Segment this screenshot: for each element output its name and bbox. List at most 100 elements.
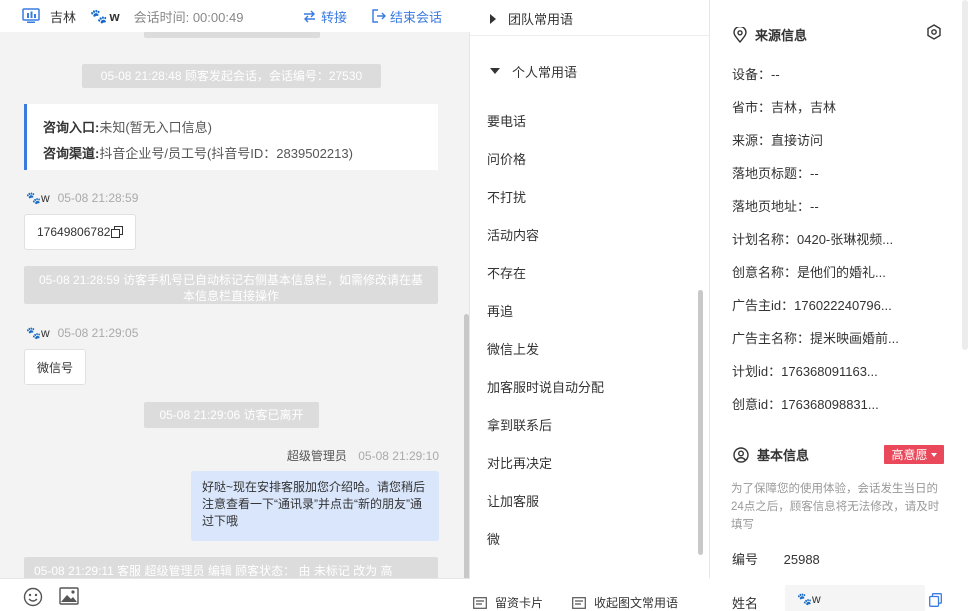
advertiser-name-label: 广告主名称： (732, 331, 811, 346)
entry-value: 未知(暂无入口信息) (99, 120, 213, 135)
system-message-clipped (144, 32, 320, 38)
landing-url-value: -- (810, 199, 819, 214)
message-time: 05-08 21:29:10 (358, 449, 439, 463)
system-message-status-changed: 05-08 21:29:11 客服 超级管理员 编辑 顾客状态： 由 未标记 改… (24, 557, 438, 578)
landing-title-label: 落地页标题： (732, 166, 811, 181)
info-row-device: 设备：-- (732, 64, 780, 83)
plan-name-value: 0420-张琳视频... (797, 232, 894, 247)
exit-icon (372, 9, 386, 23)
info-row-creative-id: 创意id：176368098831... (732, 394, 879, 413)
system-message-phone-marked: 05-08 21:28:59 访客手机号已自动标记右侧基本信息栏，如需修改请在基… (24, 266, 438, 304)
monitor-icon (22, 8, 40, 23)
message-text: 微信号 (37, 360, 74, 375)
system-message-visitor-left: 05-08 21:29:06 访客已离开 (144, 402, 319, 428)
info-row-advertiser-id: 广告主id：176022240796... (732, 295, 892, 314)
landing-title-value: -- (810, 166, 819, 181)
phrase-item[interactable]: 加客服时说自动分配 (487, 377, 604, 396)
creative-name-label: 创意名称： (732, 265, 798, 280)
phrase-item[interactable]: 再追 (487, 301, 513, 320)
visitor-name: w (109, 8, 120, 24)
phrase-item[interactable]: 让加客服 (487, 491, 539, 510)
advertiser-name-value: 提米映画婚前... (810, 331, 899, 346)
visitor-message-bubble[interactable]: 17649806782 (24, 214, 137, 250)
caret-down-icon (930, 452, 937, 457)
paw-avatar-icon: 🐾 (26, 191, 41, 205)
team-phrases-label: 团队常用语 (508, 12, 574, 27)
phrase-item[interactable]: 要电话 (487, 111, 526, 130)
end-session-button[interactable]: 结束会话 (372, 7, 442, 26)
lead-card-label: 留资卡片 (495, 596, 544, 610)
paw-avatar-icon: 🐾 (26, 326, 41, 340)
agent-message-header: 超级管理员 05-08 21:29:10 (287, 447, 439, 464)
info-scrollbar[interactable] (962, 0, 968, 350)
message-icon (572, 596, 586, 609)
paw-avatar-icon: 🐾 (797, 592, 812, 606)
phrase-item[interactable]: 微信上发 (487, 339, 539, 358)
message-time: 05-08 21:28:59 (57, 191, 139, 205)
phrase-panel: 团队常用语 个人常用语 ​ 要电话 问价格 不打扰 活动内容 不存在 再追 微信… (470, 0, 710, 611)
message-text: 17649806782 (37, 225, 111, 239)
source-info-title: 来源信息 (755, 28, 808, 43)
copy-icon[interactable] (111, 226, 124, 238)
card-icon (473, 596, 487, 609)
session-time: 00:00:49 (192, 9, 244, 25)
landing-url-label: 落地页地址： (732, 199, 811, 214)
info-row-creative-name: 创意名称：是他们的婚礼... (732, 262, 886, 281)
edit-deadline-hint: 为了保障您的使用体验，会话发生当日的24点之后，顾客信息将无法修改，请及时填写 (731, 483, 940, 531)
message-time: 05-08 21:29:05 (57, 326, 139, 340)
info-row-plan-name: 计划名称：0420-张琳视频... (732, 229, 893, 248)
phrase-item[interactable]: 拿到联系后 (487, 415, 552, 434)
caret-down-icon (490, 68, 500, 74)
phrase-item[interactable]: 问价格 (487, 149, 526, 168)
agent-message-bubble[interactable]: 好哒~现在安排客服加您介绍哈。请您稍后注意查看一下“通讯录”并点击“新的朋友”通… (191, 471, 439, 541)
system-message-session-start: 05-08 21:28:48 顾客发起会话，会话编号：27530 (82, 64, 381, 88)
info-row-plan-id: 计划id：176368091163... (732, 361, 878, 380)
image-icon[interactable] (59, 587, 79, 605)
customer-id-value: 25988 (783, 552, 820, 567)
entry-label: 咨询入口: (43, 120, 100, 135)
emoji-icon[interactable] (23, 587, 43, 607)
visitor-name: w (40, 326, 50, 340)
phrase-footer: 留资卡片 收起图文常用语 (470, 578, 710, 611)
chat-scrollbar[interactable] (464, 314, 469, 578)
phrase-item[interactable]: 不存在 (487, 263, 526, 282)
creative-id-value: 176368098831... (781, 397, 879, 412)
phrase-item[interactable]: 微 (487, 529, 500, 548)
plan-name-label: 计划名称： (732, 232, 798, 247)
collapse-phrases-button[interactable]: 收起图文常用语 (572, 594, 678, 611)
channel-label: 咨询渠道: (43, 146, 100, 161)
info-row-source: 来源：直接访问 (732, 130, 823, 149)
phrase-item[interactable]: 对比再决定 (487, 453, 552, 472)
collapse-phrases-label: 收起图文常用语 (594, 596, 679, 610)
region-value: 吉林，吉林 (771, 100, 837, 115)
end-session-label: 结束会话 (390, 9, 443, 25)
entry-info-card: 咨询入口:未知(暂无入口信息) 咨询渠道:抖音企业号/员工号(抖音号ID：283… (24, 104, 438, 170)
phrase-item[interactable]: 活动内容 (487, 225, 539, 244)
customer-info-panel: 来源信息 设备：-- 省市：吉林，吉林 来源：直接访问 落地页标题：-- 落地页… (711, 0, 969, 611)
region-label: 省市： (732, 100, 772, 115)
phrase-scrollbar[interactable] (698, 290, 703, 555)
info-row-id: 编号 25988 (732, 549, 820, 568)
visitor-message-bubble[interactable]: 微信号 (24, 349, 87, 385)
customer-name-field[interactable]: 🐾 w (785, 585, 925, 611)
info-row-advertiser-name: 广告主名称：提米映画婚前... (732, 328, 899, 347)
copy-icon[interactable] (929, 593, 942, 607)
channel-value: 抖音企业号/员工号(抖音号ID：2839502213) (99, 146, 353, 161)
plan-id-label: 计划id： (732, 364, 782, 379)
intent-level-label: 高意愿 (891, 448, 928, 462)
visitor-city: 吉林 (50, 9, 77, 25)
customer-name-value: w (811, 592, 821, 606)
session-timer: 会话时间: 00:00:49 (134, 7, 244, 26)
chat-message-list[interactable]: 05-08 21:28:48 顾客发起会话，会话编号：27530 咨询入口:未知… (0, 32, 470, 578)
source-value: 直接访问 (771, 133, 824, 148)
lead-card-button[interactable]: 留资卡片 (473, 594, 543, 611)
phrase-item[interactable]: 不打扰 (487, 187, 526, 206)
phrase-list[interactable]: ​ 要电话 问价格 不打扰 活动内容 不存在 再追 微信上发 加客服时说自动分配… (470, 81, 710, 561)
session-label: 会话时间: (133, 9, 190, 25)
team-phrases-group[interactable]: 团队常用语 (470, 2, 710, 36)
transfer-button[interactable]: 转接 (302, 7, 347, 26)
intent-level-dropdown[interactable]: 高意愿 (884, 445, 944, 464)
source-label: 来源： (732, 133, 772, 148)
settings-hex-icon[interactable] (926, 24, 942, 40)
agent-name: 超级管理员 (286, 449, 347, 463)
